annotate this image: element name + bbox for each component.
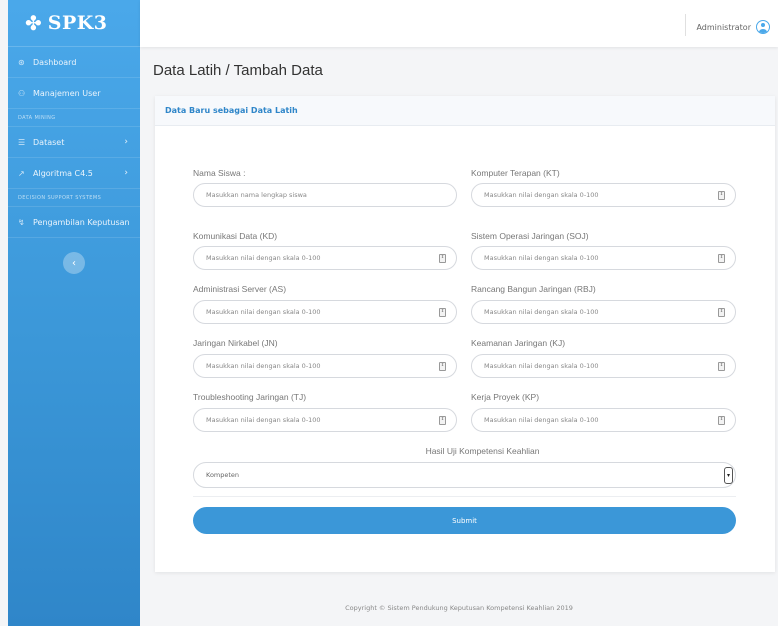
placeholder: Masukkan nilai dengan skala 0-100 bbox=[484, 416, 599, 424]
sidebar-item-label: Algoritma C4.5 bbox=[33, 168, 93, 178]
spinner-icon[interactable]: ⇕ bbox=[718, 254, 725, 263]
sidebar-toggle-button[interactable]: ‹ bbox=[63, 252, 85, 274]
spinner-icon[interactable]: ⇕ bbox=[718, 308, 725, 317]
placeholder: Masukkan nilai dengan skala 0-100 bbox=[206, 362, 321, 370]
spinner-icon[interactable]: ⇕ bbox=[439, 362, 446, 371]
user-menu[interactable]: Administrator bbox=[685, 14, 770, 36]
topbar-divider bbox=[685, 14, 687, 36]
form-divider bbox=[193, 496, 736, 497]
sidebar-item-label: Pengambilan Keputusan bbox=[33, 217, 130, 227]
dashboard-icon: ⊛ bbox=[18, 57, 25, 67]
tj-input[interactable]: Masukkan nilai dengan skala 0-100 ⇕ bbox=[193, 408, 457, 432]
user-name: Administrator bbox=[696, 22, 751, 32]
sidebar-item-algoritma[interactable]: ↗ Algoritma C4.5 › bbox=[8, 158, 140, 189]
placeholder: Masukkan nama lengkap siswa bbox=[206, 191, 307, 199]
kj-input[interactable]: Masukkan nilai dengan skala 0-100 ⇕ bbox=[471, 354, 736, 378]
sidebar-item-dataset[interactable]: ☰ Dataset › bbox=[8, 127, 140, 158]
brand[interactable]: ✤ SPK3 bbox=[8, 0, 140, 47]
brand-name: SPK3 bbox=[47, 12, 108, 34]
chart-line-icon: ↯ bbox=[18, 217, 25, 227]
spinner-icon[interactable]: ⇕ bbox=[439, 308, 446, 317]
user-avatar-icon bbox=[756, 20, 770, 34]
nama-siswa-input[interactable]: Masukkan nama lengkap siswa bbox=[193, 183, 457, 207]
placeholder: Masukkan nilai dengan skala 0-100 bbox=[484, 191, 599, 199]
kt-label: Komputer Terapan (KT) bbox=[471, 168, 560, 178]
chevron-down-icon: ▾ bbox=[724, 467, 733, 484]
kp-label: Kerja Proyek (KP) bbox=[471, 392, 540, 402]
placeholder: Masukkan nilai dengan skala 0-100 bbox=[484, 254, 599, 262]
rbj-label: Rancang Bangun Jaringan (RBJ) bbox=[471, 284, 596, 294]
kp-input[interactable]: Masukkan nilai dengan skala 0-100 ⇕ bbox=[471, 408, 736, 432]
placeholder: Masukkan nilai dengan skala 0-100 bbox=[206, 308, 321, 316]
jn-input[interactable]: Masukkan nilai dengan skala 0-100 ⇕ bbox=[193, 354, 457, 378]
sidebar-item-label: Manajemen User bbox=[33, 88, 101, 98]
nama-siswa-label: Nama Siswa : bbox=[193, 168, 246, 178]
as-input[interactable]: Masukkan nilai dengan skala 0-100 ⇕ bbox=[193, 300, 457, 324]
sidebar-item-dashboard[interactable]: ⊛ Dashboard bbox=[8, 47, 140, 78]
spinner-icon[interactable]: ⇕ bbox=[439, 254, 446, 263]
placeholder: Masukkan nilai dengan skala 0-100 bbox=[206, 416, 321, 424]
rbj-input[interactable]: Masukkan nilai dengan skala 0-100 ⇕ bbox=[471, 300, 736, 324]
jn-label: Jaringan Nirkabel (JN) bbox=[193, 338, 278, 348]
hasil-uji-select[interactable]: Kompeten ▾ bbox=[193, 462, 736, 488]
table-icon: ☰ bbox=[18, 137, 26, 147]
sidebar: ✤ SPK3 ⊛ Dashboard ⚇ Manajemen User DATA… bbox=[8, 0, 140, 626]
placeholder: Masukkan nilai dengan skala 0-100 bbox=[484, 308, 599, 316]
tj-label: Troubleshooting Jaringan (TJ) bbox=[193, 392, 307, 402]
placeholder: Masukkan nilai dengan skala 0-100 bbox=[206, 254, 321, 262]
sidebar-item-label: Dataset bbox=[33, 137, 65, 147]
users-icon: ⚇ bbox=[18, 88, 26, 98]
sidebar-toggle-wrap: ‹ bbox=[8, 252, 140, 274]
footer-copyright: Copyright © Sistem Pendukung Keputusan K… bbox=[345, 604, 573, 612]
kd-input[interactable]: Masukkan nilai dengan skala 0-100 ⇕ bbox=[193, 246, 457, 270]
spinner-icon[interactable]: ⇕ bbox=[718, 362, 725, 371]
soj-input[interactable]: Masukkan nilai dengan skala 0-100 ⇕ bbox=[471, 246, 736, 270]
kd-label: Komunikasi Data (KD) bbox=[193, 231, 278, 241]
wand-icon: ↗ bbox=[18, 168, 25, 178]
select-value: Kompeten bbox=[206, 471, 240, 479]
chevron-right-icon: › bbox=[124, 168, 128, 178]
spinner-icon[interactable]: ⇕ bbox=[439, 416, 446, 425]
chevron-right-icon: › bbox=[124, 137, 128, 147]
kj-label: Keamanan Jaringan (KJ) bbox=[471, 338, 566, 348]
brand-logo-icon: ✤ bbox=[25, 11, 42, 35]
card-header: Data Baru sebagai Data Latih bbox=[155, 96, 775, 126]
placeholder: Masukkan nilai dengan skala 0-100 bbox=[484, 362, 599, 370]
sidebar-section-data-mining: DATA MINING bbox=[8, 109, 140, 127]
topbar: Administrator bbox=[140, 0, 778, 47]
soj-label: Sistem Operasi Jaringan (SOJ) bbox=[471, 231, 589, 241]
sidebar-section-dss: DECISION SUPPORT SYSTEMS bbox=[8, 189, 140, 207]
sidebar-item-pengambilan-keputusan[interactable]: ↯ Pengambilan Keputusan bbox=[8, 207, 140, 238]
submit-button[interactable]: Submit bbox=[193, 507, 736, 534]
spinner-icon[interactable]: ⇕ bbox=[718, 416, 725, 425]
chevron-left-icon: ‹ bbox=[72, 257, 76, 269]
kt-input[interactable]: Masukkan nilai dengan skala 0-100 ⇕ bbox=[471, 183, 736, 207]
sidebar-item-manajemen-user[interactable]: ⚇ Manajemen User bbox=[8, 78, 140, 109]
form-card: Data Baru sebagai Data Latih Nama Siswa … bbox=[155, 96, 775, 572]
as-label: Administrasi Server (AS) bbox=[193, 284, 287, 294]
page-title: Data Latih / Tambah Data bbox=[153, 62, 323, 79]
spinner-icon[interactable]: ⇕ bbox=[718, 191, 725, 200]
sidebar-item-label: Dashboard bbox=[33, 57, 77, 67]
hasil-uji-label: Hasil Uji Kompetensi Keahlian bbox=[425, 446, 540, 456]
